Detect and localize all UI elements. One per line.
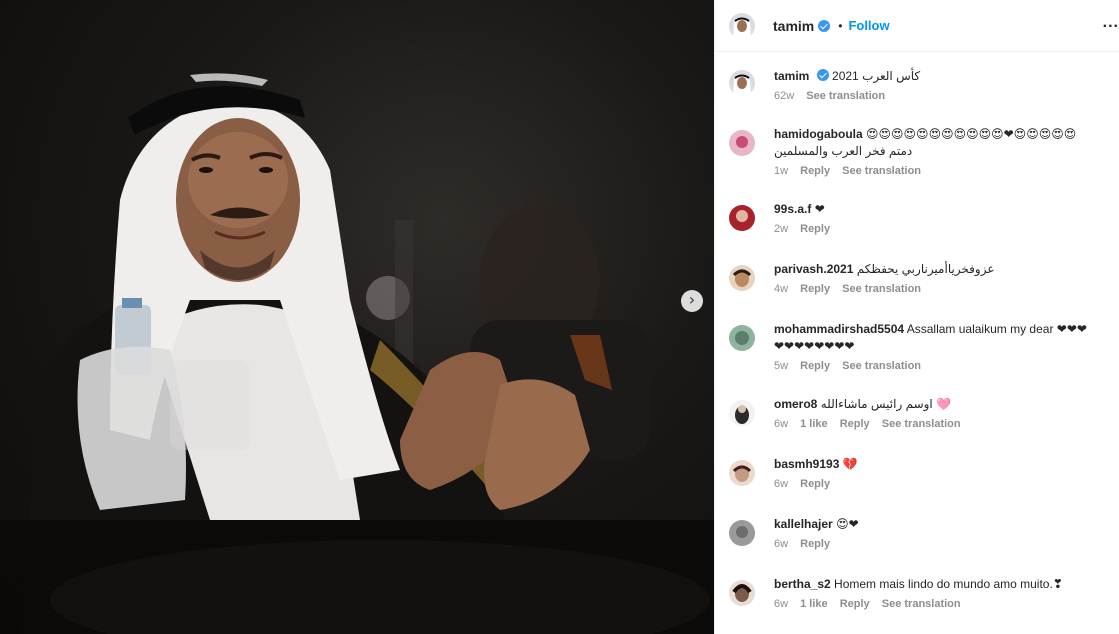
see-translation-link[interactable]: See translation	[806, 90, 885, 102]
more-options-icon[interactable]: ...	[1103, 14, 1119, 32]
comment-time[interactable]: 6w	[774, 478, 788, 490]
comment-item: hamidogaboula 😍😍😍😍😍😍😍😍😍😍😍❤😍😍😍😍😍 دمتم فخر…	[715, 126, 1119, 201]
comment-time[interactable]: 6w	[774, 418, 788, 430]
comment-time[interactable]: 5w	[774, 360, 788, 372]
commenter-avatar[interactable]	[729, 460, 755, 486]
comment-item: basmh9193 💔 6w Reply	[715, 456, 1119, 516]
comment-username[interactable]: basmh9193	[774, 457, 839, 471]
comment-time[interactable]: 1w	[774, 165, 788, 177]
comment-item: bertha_s2 Homem mais lindo do mundo amo …	[715, 576, 1119, 634]
reply-button[interactable]: Reply	[800, 283, 830, 295]
post-header: tamim • Follow ...	[715, 0, 1119, 52]
post-caption: tamim كأس العرب 2021 62w See translation	[715, 66, 1119, 126]
reply-button[interactable]: Reply	[800, 478, 830, 490]
comment-item: mohammadirshad5504 Assallam ualaikum my …	[715, 321, 1119, 396]
chevron-right-icon: ›	[688, 290, 696, 309]
caption-text: كأس العرب 2021	[832, 69, 921, 83]
comment-text: 😍❤	[836, 517, 859, 531]
reply-button[interactable]: Reply	[840, 598, 870, 610]
commenter-avatar[interactable]	[729, 580, 755, 606]
comment-likes[interactable]: 1 like	[800, 598, 828, 610]
comment-text: Assallam ualaikum my dear ❤❤❤	[906, 322, 1087, 336]
reply-button[interactable]: Reply	[840, 418, 870, 430]
comment-text-line2: دمتم فخر العرب والمسلمين	[774, 144, 913, 158]
commenter-avatar[interactable]	[729, 205, 755, 231]
comment-username[interactable]: hamidogaboula	[774, 127, 863, 141]
author-avatar[interactable]	[729, 12, 755, 39]
comment-username[interactable]: kallelhajer	[774, 517, 833, 531]
comment-username[interactable]: parivash.2021	[774, 262, 853, 276]
comment-text: اوسم رائيس ماشاءالله 🩷	[820, 397, 952, 411]
comment-text: ❤	[814, 202, 825, 216]
commenter-avatar[interactable]	[729, 400, 755, 426]
author-username[interactable]: tamim	[773, 18, 814, 34]
comment-username[interactable]: bertha_s2	[774, 577, 831, 591]
commenter-avatar[interactable]	[729, 520, 755, 546]
see-translation-link[interactable]: See translation	[842, 165, 921, 177]
commenter-avatar[interactable]	[729, 325, 755, 351]
author-avatar[interactable]	[729, 70, 755, 96]
see-translation-link[interactable]: See translation	[882, 598, 961, 610]
reply-button[interactable]: Reply	[800, 538, 830, 550]
comment-item: omero8 اوسم رائيس ماشاءالله 🩷 6w 1 like …	[715, 396, 1119, 456]
comment-text: 😍😍😍😍😍😍😍😍😍😍😍❤😍😍😍😍😍	[866, 127, 1077, 141]
comment-text: Homem mais lindo do mundo amo muito.❣	[834, 577, 1063, 591]
next-media-button[interactable]: ›	[681, 290, 703, 312]
comment-time[interactable]: 2w	[774, 223, 788, 235]
post-side-panel: tamim • Follow ... tamim كأس العرب 2021 …	[714, 0, 1119, 634]
post-media: ›	[0, 0, 714, 634]
post-photo	[0, 73, 714, 634]
reply-button[interactable]: Reply	[800, 360, 830, 372]
comment-text: عزوفخرياأميرناربي يحفظكم	[856, 262, 995, 276]
verified-badge-icon	[818, 19, 831, 32]
comment-item: kallelhajer 😍❤ 6w Reply	[715, 516, 1119, 576]
see-translation-link[interactable]: See translation	[882, 418, 961, 430]
comments-list: tamim كأس العرب 2021 62w See translation…	[715, 52, 1119, 634]
comment-time[interactable]: 4w	[774, 283, 788, 295]
caption-time[interactable]: 62w	[774, 90, 794, 102]
commenter-avatar[interactable]	[729, 265, 755, 291]
verified-badge-icon	[816, 69, 829, 81]
commenter-avatar[interactable]	[729, 130, 755, 156]
see-translation-link[interactable]: See translation	[842, 283, 921, 295]
comment-time[interactable]: 6w	[774, 598, 788, 610]
comment-likes[interactable]: 1 like	[800, 418, 828, 430]
comment-time[interactable]: 6w	[774, 538, 788, 550]
separator-dot: •	[838, 18, 843, 33]
comment-username[interactable]: 99s.a.f	[774, 202, 811, 216]
comment-username[interactable]: omero8	[774, 397, 817, 411]
comment-username[interactable]: mohammadirshad5504	[774, 322, 904, 336]
reply-button[interactable]: Reply	[800, 223, 830, 235]
reply-button[interactable]: Reply	[800, 165, 830, 177]
comment-text: 💔	[842, 457, 858, 471]
see-translation-link[interactable]: See translation	[842, 360, 921, 372]
comment-item: 99s.a.f ❤ 2w Reply	[715, 201, 1119, 261]
caption-username[interactable]: tamim	[774, 69, 809, 83]
comment-item: parivash.2021 عزوفخرياأميرناربي يحفظكم 4…	[715, 261, 1119, 321]
follow-button[interactable]: Follow	[848, 18, 889, 33]
comment-text-line2: ❤❤❤❤❤❤❤❤	[774, 339, 855, 353]
